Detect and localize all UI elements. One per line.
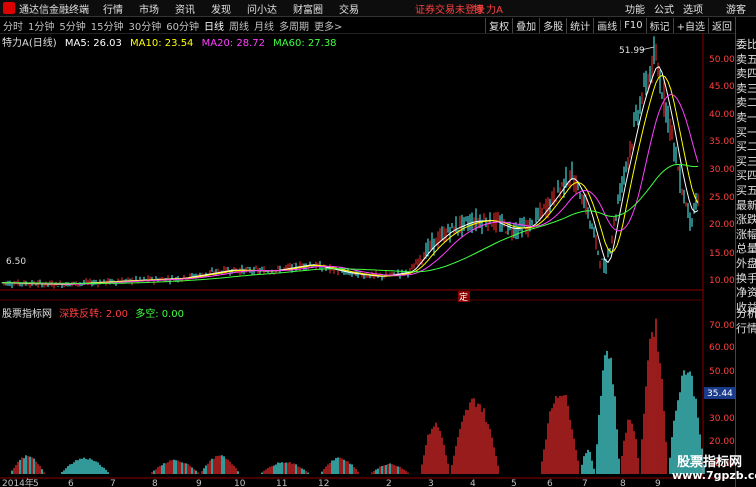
price-axis: 50.00 45.00 40.00 35.00 30.00 25.00 20.0… xyxy=(709,55,735,286)
price-chart[interactable]: 50.00 45.00 40.00 35.00 30.00 25.00 20.0… xyxy=(0,0,735,487)
date-tick: 5 xyxy=(511,479,517,487)
price-tick: 30.00 xyxy=(709,165,735,175)
panel-label: 卖一 xyxy=(736,110,756,124)
price-tick: 25.00 xyxy=(709,193,735,203)
date-tick: 7 xyxy=(110,479,116,487)
panel-label: 买三 xyxy=(736,154,756,168)
date-tick: 7 xyxy=(582,479,588,487)
low-price-annotation: 6.50 xyxy=(6,257,26,267)
panel-label: 换手 xyxy=(736,271,756,285)
ind-tick: 30.00 xyxy=(709,414,735,424)
indicator-label-reversal: 深跌反转: 2.00 xyxy=(59,309,129,320)
indicator-header: 股票指标网 深跌反转: 2.00 多空: 0.00 xyxy=(2,305,188,320)
panel-label: 净资 xyxy=(736,286,756,300)
candles xyxy=(1,36,699,289)
panel-label: 涨跌 xyxy=(736,213,756,227)
ind-tick: 50.00 xyxy=(709,367,735,377)
watermark-url: www.7gpzb.com xyxy=(672,469,756,482)
analysis-tab[interactable]: 分析 xyxy=(736,307,756,322)
indicator-bars xyxy=(11,318,705,474)
date-tick: 12 xyxy=(318,479,329,487)
date-tick: 4 xyxy=(470,479,476,487)
watermark-title: 股票指标网 xyxy=(677,455,743,470)
ind-tick: 70.00 xyxy=(709,321,735,331)
quote-side-panel: 委比 卖五 卖四 卖三 卖二 卖一 买一 买二 买三 买四 买五 最新 涨跌 涨… xyxy=(735,17,756,487)
date-tick: 11 xyxy=(276,479,287,487)
high-price-annotation: 51.99 xyxy=(619,46,645,56)
price-tick: 35.00 xyxy=(709,137,735,147)
panel-label: 买四 xyxy=(736,169,756,183)
quotes-tab[interactable]: 行情 xyxy=(736,322,756,337)
date-tick: 3 xyxy=(428,479,434,487)
ma-line xyxy=(2,93,699,285)
price-tick: 45.00 xyxy=(709,82,735,92)
price-tick: 20.00 xyxy=(709,220,735,230)
ma-line xyxy=(2,164,699,284)
date-tick: 8 xyxy=(620,479,626,487)
panel-label: 总量 xyxy=(736,242,756,256)
panel-label: 卖二 xyxy=(736,96,756,110)
panel-label: 买一 xyxy=(736,125,756,139)
date-tick: 10 xyxy=(234,479,246,487)
panel-label: 买五 xyxy=(736,183,756,197)
date-tick: 9 xyxy=(196,479,202,487)
panel-label: 买二 xyxy=(736,140,756,154)
panel-label: 卖五 xyxy=(736,52,756,66)
date-tick: 6 xyxy=(547,479,553,487)
panel-label: 涨幅 xyxy=(736,227,756,241)
ma-line xyxy=(2,74,699,285)
date-tick: 6 xyxy=(68,479,74,487)
price-tick: 40.00 xyxy=(709,110,735,120)
ind-tick: 60.00 xyxy=(709,343,735,353)
indicator-name[interactable]: 股票指标网 xyxy=(2,309,52,320)
ind-tick: 20.00 xyxy=(709,437,735,447)
panel-label: 外盘 xyxy=(736,256,756,270)
panel-label: 卖四 xyxy=(736,67,756,81)
panel-label: 卖三 xyxy=(736,81,756,95)
marker-label: 定 xyxy=(459,291,468,303)
ma-lines xyxy=(2,66,699,285)
date-tick: 2014年 xyxy=(2,477,34,487)
panel-label: 最新 xyxy=(736,198,756,212)
date-tick: 2 xyxy=(386,479,392,487)
ma-line xyxy=(2,66,699,285)
price-tick: 10.00 xyxy=(709,276,735,286)
current-value-label: 35.44 xyxy=(707,389,733,399)
date-tick: 8 xyxy=(152,479,158,487)
date-tick: 5 xyxy=(33,479,39,487)
indicator-label-longshort: 多空: 0.00 xyxy=(135,309,185,320)
price-tick: 15.00 xyxy=(709,249,735,259)
price-tick: 50.00 xyxy=(709,55,735,65)
panel-label: 委比 xyxy=(736,38,756,51)
